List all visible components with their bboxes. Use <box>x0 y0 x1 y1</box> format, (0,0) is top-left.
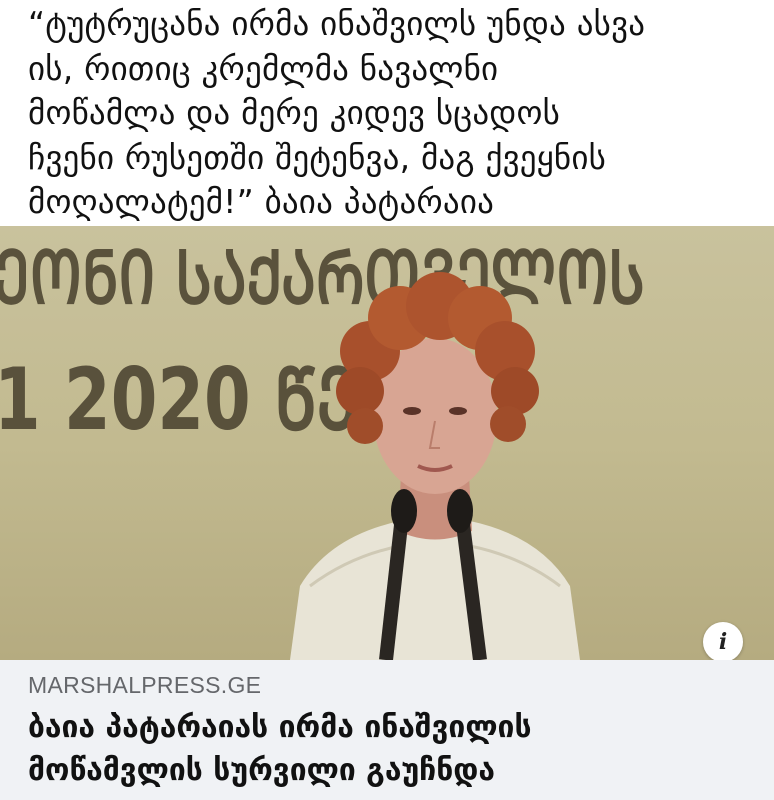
info-icon[interactable]: i <box>703 622 743 660</box>
post-text: “ტუტრუცანა ირმა ინაშვილს უნდა ასვა ის, რ… <box>0 0 774 226</box>
link-title[interactable]: ბაია პატარაიას ირმა ინაშვილის მოწამვლის … <box>28 706 746 792</box>
speaker-figure <box>290 272 580 660</box>
news-photo[interactable]: ᲔᲝᲜᲘ ᲡᲐᲥᲐᲠᲗᲕᲔᲚᲝᲡ 1 2020 ᲬᲔ i <box>0 226 774 660</box>
link-domain: MARSHALPRESS.GE <box>28 672 262 698</box>
link-preview-card[interactable]: MARSHALPRESS.GE ბაია პატარაიას ირმა ინაშ… <box>0 660 774 800</box>
post-quote-text: “ტუტრუცანა ირმა ინაშვილს უნდა ასვა ის, რ… <box>28 4 646 221</box>
